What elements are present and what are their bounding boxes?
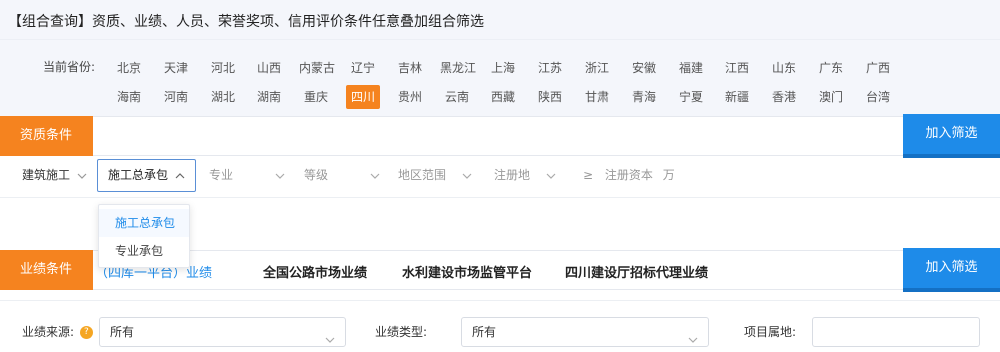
province-item[interactable]: 江苏 (533, 56, 567, 80)
qualification-bar: 资质条件 加入筛选 (0, 114, 1000, 158)
source-label-wrap: 业绩来源: ? (22, 323, 93, 340)
province-item[interactable]: 湖南 (252, 85, 286, 109)
province-item[interactable]: 澳门 (814, 85, 848, 109)
province-item[interactable]: 河南 (159, 85, 193, 109)
location-label-wrap: 项目属地: (744, 323, 796, 340)
province-item[interactable]: 浙江 (580, 56, 614, 80)
province-item[interactable]: 内蒙古 (299, 56, 335, 80)
source-select[interactable]: 所有 (99, 317, 346, 347)
qualification-add-button[interactable]: 加入筛选 (903, 114, 1000, 158)
location-input[interactable] (812, 317, 980, 347)
province-item[interactable]: 天津 (159, 56, 193, 80)
grade-label: 等级 (304, 168, 329, 182)
dropdown-option-general-contract[interactable]: 施工总承包 (99, 209, 189, 237)
reg-place-select[interactable]: 注册地 (494, 156, 556, 196)
province-item[interactable]: 西藏 (486, 85, 520, 109)
province-item[interactable]: 江西 (720, 56, 754, 80)
source-label: 业绩来源: (22, 325, 75, 339)
chevron-down-icon (77, 171, 87, 181)
province-item[interactable]: 湖北 (206, 85, 240, 109)
tab-water-conservancy[interactable]: 水利建设市场监管平台 (402, 262, 532, 281)
perf-type-value: 所有 (472, 325, 497, 339)
source-value: 所有 (110, 325, 135, 339)
performance-add-button[interactable]: 加入筛选 (903, 248, 1000, 292)
province-item[interactable]: 北京 (112, 56, 146, 80)
province-item[interactable]: 重庆 (299, 85, 333, 109)
province-item[interactable]: 上海 (486, 56, 520, 80)
province-item[interactable]: 广东 (814, 56, 848, 80)
reg-place-label: 注册地 (494, 168, 531, 182)
province-item[interactable]: 四川 (346, 85, 380, 109)
chevron-down-icon (370, 171, 380, 181)
province-item[interactable]: 甘肃 (580, 85, 614, 109)
tab-sichuan-bidding[interactable]: 四川建设厅招标代理业绩 (565, 262, 708, 281)
title-bar: 【组合查询】资质、业绩、人员、荣誉奖项、信用评价条件任意叠加组合筛选 (0, 0, 1000, 40)
province-item[interactable]: 福建 (674, 56, 708, 80)
type-label-wrap: 业绩类型: (375, 323, 427, 340)
qualification-filter-row: 建筑施工 施工总承包 专业 等级 地区范围 注册地 ≥ 注册资本 万 (0, 156, 1000, 198)
performance-tag: 业绩条件 (0, 250, 93, 290)
help-icon[interactable]: ? (79, 326, 93, 339)
province-item[interactable]: 安徽 (627, 56, 661, 80)
qualification-tag: 资质条件 (0, 116, 93, 156)
tab-national-highway[interactable]: 全国公路市场业绩 (263, 262, 367, 281)
perf-type-select[interactable]: 所有 (461, 317, 709, 347)
major-label: 专业 (209, 168, 234, 182)
province-item[interactable]: 山东 (767, 56, 801, 80)
capital-unit: 万 (662, 168, 675, 182)
capital-input[interactable]: ≥ 注册资本 万 (583, 156, 675, 196)
region-label: 地区范围 (398, 168, 447, 182)
province-panel: 当前省份: 北京 天津 河北 山西 内蒙古 辽宁 吉林 黑龙江 上海 江苏 浙江 安徽 福建 江西 山东 广东… (0, 40, 1000, 116)
type-label: 施工总承包 (108, 168, 169, 182)
major-select[interactable]: 专业 (209, 156, 285, 196)
perf-type-label: 业绩类型: (375, 325, 428, 339)
province-item[interactable]: 台湾 (861, 85, 895, 109)
province-label: 当前省份: (43, 60, 96, 74)
province-item[interactable]: 陕西 (533, 85, 567, 109)
province-item[interactable]: 广西 (861, 56, 895, 80)
chevron-down-icon (546, 171, 556, 181)
province-item[interactable]: 新疆 (720, 85, 754, 109)
province-item[interactable]: 黑龙江 (440, 56, 476, 80)
capital-prefix: ≥ (583, 168, 594, 182)
type-dropdown-menu: 施工总承包 专业承包 (98, 204, 190, 268)
category-select[interactable]: 建筑施工 (22, 156, 87, 196)
region-select[interactable]: 地区范围 (398, 156, 472, 196)
performance-fields-row: 业绩来源: ? 所有 业绩类型: 所有 项目属地: (0, 300, 1000, 352)
province-item[interactable]: 云南 (440, 85, 474, 109)
province-item[interactable]: 贵州 (393, 85, 427, 109)
province-item[interactable]: 海南 (112, 85, 146, 109)
page-title: 【组合查询】资质、业绩、人员、荣誉奖项、信用评价条件任意叠加组合筛选 (8, 14, 484, 30)
province-item[interactable]: 河北 (206, 56, 240, 80)
capital-label: 注册资本 (604, 168, 653, 182)
province-item[interactable]: 辽宁 (346, 56, 380, 80)
province-item[interactable]: 香港 (767, 85, 801, 109)
grade-select[interactable]: 等级 (304, 156, 380, 196)
category-label: 建筑施工 (22, 168, 71, 182)
dropdown-option-specialty-contract[interactable]: 专业承包 (99, 237, 189, 265)
province-item[interactable]: 青海 (627, 85, 661, 109)
type-select[interactable]: 施工总承包 (97, 159, 196, 192)
location-label: 项目属地: (744, 325, 797, 339)
chevron-down-icon (688, 327, 698, 343)
province-item[interactable]: 宁夏 (674, 85, 708, 109)
province-item[interactable]: 吉林 (393, 56, 427, 80)
chevron-down-icon (462, 171, 472, 181)
chevron-up-icon (175, 171, 185, 181)
chevron-down-icon (325, 327, 335, 343)
chevron-down-icon (275, 171, 285, 181)
province-item[interactable]: 山西 (252, 56, 286, 80)
